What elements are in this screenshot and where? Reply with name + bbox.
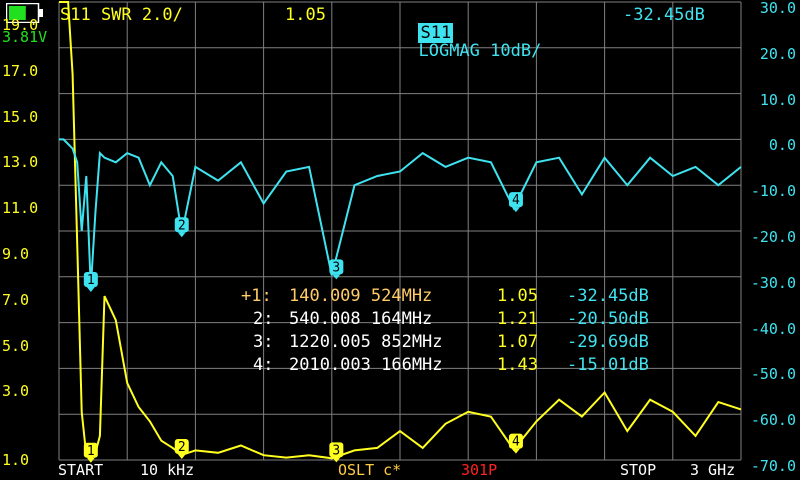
vna-plot: 1 1 2 2 3 3 4 4 [58, 0, 742, 463]
marker-swr: 1.43 [497, 355, 538, 375]
svg-text:1: 1 [87, 444, 95, 459]
right-tick-label: -70.0 [750, 457, 796, 475]
right-tick-label: -30.0 [750, 273, 796, 292]
marker-badge-2: 2 [174, 438, 189, 459]
marker-id: 3: [253, 332, 274, 352]
marker-swr: 1.05 [497, 286, 538, 306]
swr-value: 1.05 [285, 5, 326, 25]
left-tick-label: 7.0 [2, 290, 30, 309]
marker-badge-4: 4 [508, 433, 523, 454]
left-tick-label: 19.0 [2, 15, 39, 34]
left-tick-label: 11.0 [2, 199, 39, 218]
sweep-points: 301P [461, 461, 498, 479]
left-tick-label: 3.0 [2, 382, 30, 401]
stop-frequency[interactable]: 3 GHz [690, 462, 735, 478]
marker-frequency: 2010.003 166MHz [289, 355, 443, 375]
marker-logmag: -15.01dB [567, 355, 649, 375]
right-tick-label: -40.0 [750, 319, 796, 338]
marker-frequency: 1220.005 852MHz [289, 332, 443, 352]
svg-text:4: 4 [512, 435, 520, 450]
right-tick-label: 30.0 [759, 0, 796, 17]
marker-logmag: -29.69dB [567, 332, 649, 352]
left-tick-label: 15.0 [2, 107, 39, 126]
svg-text:3: 3 [332, 443, 340, 458]
marker-id: 4: [253, 355, 274, 375]
logmag-trace-header[interactable]: S11 LOGMAG 10dB/ [398, 6, 541, 60]
plot-grid [58, 1, 742, 461]
marker-logmag: -32.45dB [567, 286, 649, 306]
marker-badge-1: 1 [83, 272, 98, 293]
right-tick-label: 20.0 [759, 44, 796, 63]
left-tick-label: 17.0 [2, 61, 39, 80]
marker-frequency: 140.009 524MHz [289, 286, 433, 306]
svg-text:4: 4 [512, 193, 520, 208]
svg-text:2: 2 [178, 440, 186, 455]
marker-id: +1: [241, 286, 272, 306]
svg-text:1: 1 [87, 273, 95, 288]
left-tick-label: 13.0 [2, 153, 39, 172]
active-trace-badge[interactable]: S11 [418, 23, 454, 43]
right-tick-label: -20.0 [750, 228, 796, 246]
svg-text:3: 3 [332, 260, 340, 275]
calibration-status[interactable]: OSLT c* [338, 462, 401, 478]
swr-trace-label[interactable]: S11 SWR 2.0/ [60, 6, 183, 24]
right-tick-label: 10.0 [759, 90, 796, 109]
marker-id: 2: [253, 309, 274, 329]
svg-text:2: 2 [178, 218, 186, 233]
marker-badge-2: 2 [174, 217, 189, 238]
right-tick-label: -60.0 [750, 411, 796, 430]
stop-label[interactable]: STOP [620, 462, 656, 478]
left-tick-label: 5.0 [2, 336, 30, 355]
marker-logmag: -20.50dB [567, 309, 649, 329]
left-tick-label: 9.0 [2, 244, 30, 263]
marker-frequency: 540.008 164MHz [289, 309, 433, 329]
start-frequency[interactable]: 10 kHz [140, 462, 194, 478]
right-tick-label: 0.0 [768, 136, 796, 155]
start-label[interactable]: START [58, 462, 103, 478]
logmag-format: LOGMAG 10dB/ [418, 41, 542, 61]
right-tick-label: -10.0 [750, 182, 796, 201]
marker-swr: 1.07 [497, 332, 538, 352]
marker-swr: 1.21 [497, 309, 538, 329]
logmag-value: -32.45dB [623, 5, 705, 25]
marker-badge-4: 4 [508, 192, 523, 213]
right-tick-label: -50.0 [750, 365, 796, 384]
left-tick-label: 1.0 [2, 451, 30, 469]
